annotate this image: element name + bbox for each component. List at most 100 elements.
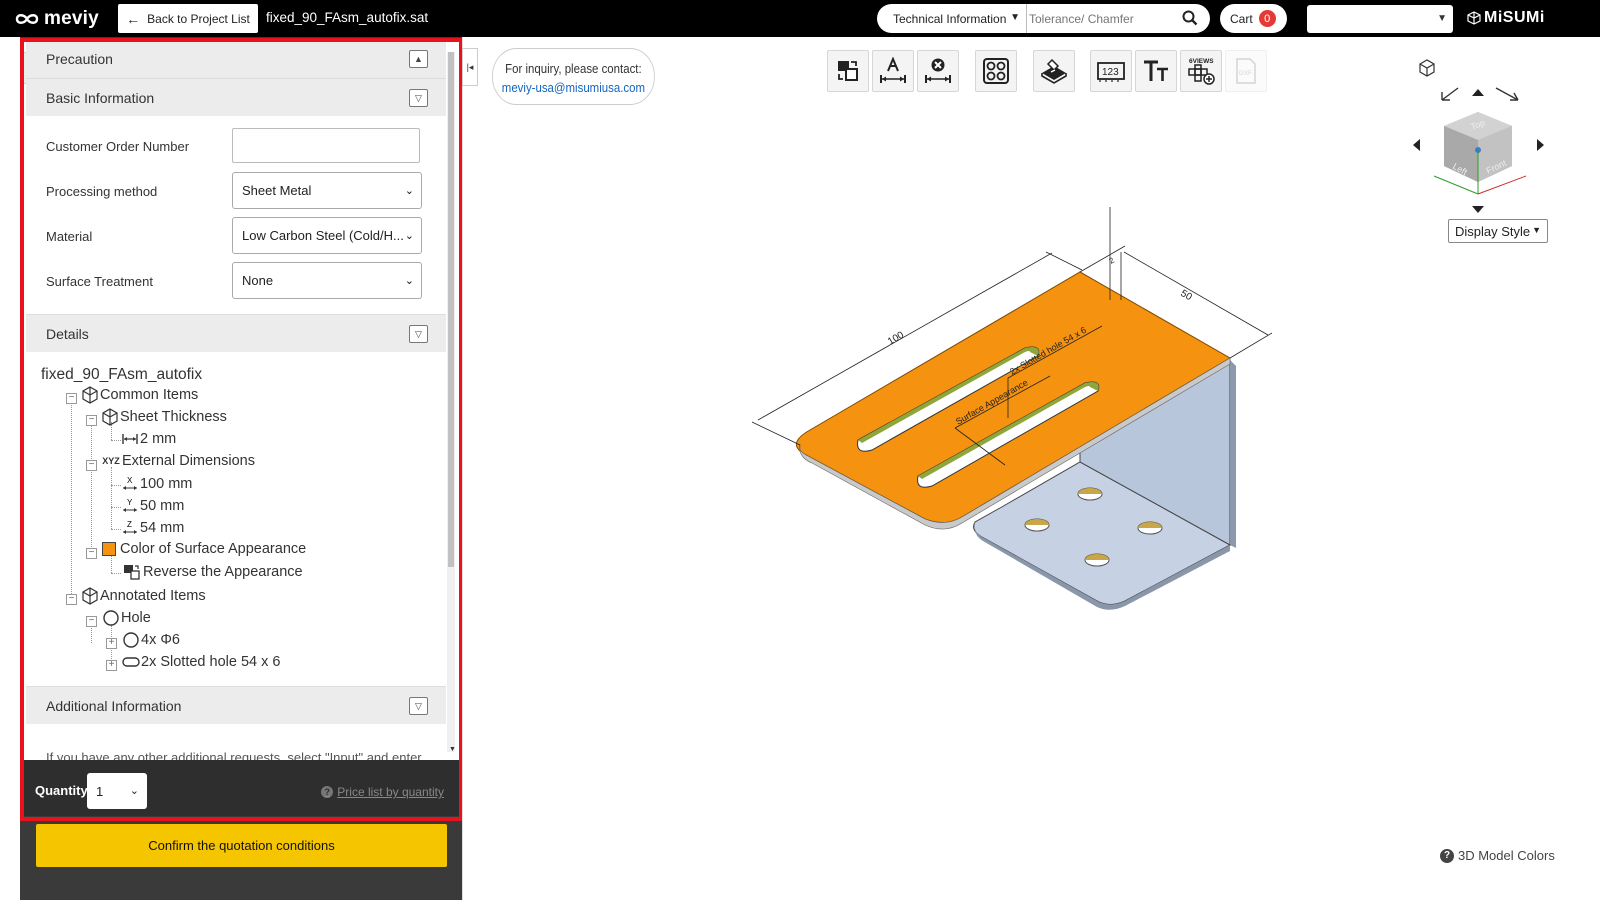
tree-label: External Dimensions	[122, 453, 255, 469]
tree-expand-toggle[interactable]: +	[106, 660, 117, 671]
panel-scrollbar[interactable]	[447, 52, 455, 752]
search-bar: Technical Information ▼	[877, 4, 1210, 33]
search-input[interactable]	[1029, 11, 1169, 27]
model-colors-label: 3D Model Colors	[1458, 848, 1555, 863]
text-tool-button[interactable]	[1135, 50, 1177, 92]
price-list-link[interactable]: ? Price list by quantity	[321, 785, 444, 799]
misumi-logo[interactable]: MiSUMi	[1467, 9, 1545, 27]
tree-item-dim-x[interactable]: X 100 mm	[121, 475, 192, 493]
search-icon[interactable]	[1182, 10, 1198, 31]
tree-item-dim-y[interactable]: Y 50 mm	[121, 497, 184, 515]
customer-order-field[interactable]	[232, 128, 420, 163]
inquiry-email-link[interactable]: meviy-usa@misumiusa.com	[493, 78, 654, 97]
processing-method-select[interactable]: Sheet Metal ⌄	[232, 172, 422, 209]
tree-label: Hole	[121, 610, 151, 626]
processing-method-value: Sheet Metal	[242, 183, 312, 198]
delete-dimension-tool-button[interactable]	[917, 50, 959, 92]
tree-item-reverse-appearance[interactable]: Reverse the Appearance	[122, 563, 303, 581]
chevron-down-icon: ⌄	[404, 230, 414, 242]
tree-collapse-toggle[interactable]: −	[86, 415, 97, 426]
quantity-select[interactable]: 1 ⌄	[87, 773, 147, 809]
tree-label: 50 mm	[140, 498, 185, 514]
tree-item-holes-4x[interactable]: 4x Φ6	[122, 631, 180, 649]
model-colors-link[interactable]: ? 3D Model Colors	[1440, 848, 1555, 863]
tree-expand-toggle[interactable]: +	[106, 638, 117, 649]
tree-collapse-toggle[interactable]: −	[66, 594, 77, 605]
tree-label: Color of Surface Appearance	[120, 541, 307, 557]
chevron-down-icon[interactable]: ▽	[409, 697, 428, 715]
svg-text:DXF: DXF	[1239, 70, 1252, 77]
six-views-tool-button[interactable]: 6VIEWS	[1180, 50, 1222, 92]
section-additional-information[interactable]: Additional Information ▽	[26, 686, 446, 724]
tree-item-slotted-holes[interactable]: 2x Slotted hole 54 x 6	[122, 653, 280, 671]
tree-item-external-dimensions[interactable]: XYZ External Dimensions	[101, 453, 255, 469]
tree-collapse-toggle[interactable]: −	[86, 548, 97, 559]
surface-treatment-select[interactable]: None ⌄	[232, 262, 422, 299]
viewer-divider	[462, 37, 463, 900]
tree-item-annotated-items[interactable]: Annotated Items	[81, 587, 206, 605]
tree-collapse-toggle[interactable]: −	[66, 393, 77, 404]
material-select[interactable]: Low Carbon Steel (Cold/H... ⌄	[232, 217, 422, 254]
tree-line	[111, 467, 112, 529]
tree-item-surface-color[interactable]: Color of Surface Appearance	[102, 541, 306, 557]
panel-collapse-toggle[interactable]: |◂	[462, 48, 478, 86]
chevron-down-icon: ▼	[1010, 12, 1020, 23]
chevron-up-icon[interactable]: ▲	[409, 50, 428, 68]
tree-item-common-items[interactable]: Common Items	[81, 386, 198, 404]
numbering-icon: 123	[1097, 62, 1125, 82]
section-details[interactable]: Details ▽	[26, 314, 446, 352]
tree-line	[111, 573, 121, 574]
dimension-tool-button[interactable]	[872, 50, 914, 92]
chevron-down-icon[interactable]: ▽	[409, 325, 428, 343]
tree-label: Reverse the Appearance	[143, 564, 303, 580]
details-title: Details	[46, 325, 89, 342]
technical-information-select[interactable]: Technical Information ▼	[877, 4, 1027, 33]
reverse-appearance-tool-button[interactable]	[827, 50, 869, 92]
tree-collapse-toggle[interactable]: −	[86, 616, 97, 627]
account-select[interactable]: ▼	[1307, 5, 1453, 33]
question-icon: ?	[1440, 848, 1454, 863]
tree-root: fixed_90_FAsm_autofix	[41, 366, 203, 383]
orange-swatch-icon	[102, 542, 119, 556]
arrow-up-icon[interactable]	[1472, 89, 1484, 96]
section-basic-information[interactable]: Basic Information ▽	[26, 78, 446, 116]
tree-line	[71, 399, 72, 604]
panel-scroll-area[interactable]: ▸| Precaution ▲ Basic Information ▽ Cust…	[23, 40, 459, 760]
scroll-down-arrow-icon[interactable]: ▼	[449, 746, 456, 753]
scrollbar-thumb[interactable]	[448, 52, 454, 567]
confirm-quotation-button[interactable]: Confirm the quotation conditions	[36, 824, 447, 867]
cart-button[interactable]: Cart 0	[1220, 4, 1287, 33]
display-style-select[interactable]: Display Style ▼	[1448, 219, 1548, 243]
home-view-icon[interactable]	[1419, 59, 1435, 77]
dxf-tool-button[interactable]: DXF	[1225, 50, 1267, 92]
section-precaution[interactable]: Precaution ▲	[26, 40, 446, 78]
arrow-down-icon[interactable]	[1472, 206, 1484, 213]
mounting-hole	[1084, 553, 1110, 567]
tree-collapse-toggle[interactable]: −	[86, 460, 97, 471]
view-cube[interactable]: Top Left Front	[1433, 112, 1527, 195]
tree-item-sheet-thickness[interactable]: Sheet Thickness	[101, 408, 227, 426]
surface-appearance-tool-button[interactable]	[1033, 50, 1075, 92]
hole-view-tool-button[interactable]	[975, 50, 1017, 92]
material-label: Material	[46, 229, 93, 244]
numbering-tool-button[interactable]: 123	[1090, 50, 1132, 92]
tree-item-thickness-value[interactable]: 2 mm	[121, 431, 176, 447]
back-to-project-list-button[interactable]: ← Back to Project List	[118, 4, 258, 33]
xyz-icon: XYZ	[102, 456, 120, 466]
top-bar: meviy ← Back to Project List fixed_90_FA…	[0, 0, 1600, 37]
surface-appearance-icon	[1041, 58, 1067, 84]
chevron-down-icon: ▼	[1532, 225, 1541, 235]
tree-item-dim-z[interactable]: Z 54 mm	[121, 519, 184, 537]
tree-label: 54 mm	[140, 520, 185, 536]
rotate-right-icon[interactable]	[1495, 87, 1519, 101]
view-navigation-cube: Top Left Front	[1400, 56, 1580, 226]
chevron-down-icon[interactable]: ▽	[409, 89, 428, 107]
y-dimension-icon: Y	[121, 497, 139, 515]
meviy-logo[interactable]: meviy	[14, 8, 99, 30]
arrow-right-icon[interactable]	[1537, 139, 1544, 151]
arrow-left-icon[interactable]	[1413, 139, 1420, 151]
sheet-metal-model[interactable]: 100 50 2 2x Slotted hole 54 x 6 Surface …	[740, 200, 1300, 620]
tree-item-hole[interactable]: Hole	[102, 609, 151, 627]
rotate-left-icon[interactable]	[1441, 87, 1459, 101]
delete-dimension-icon	[925, 58, 951, 83]
